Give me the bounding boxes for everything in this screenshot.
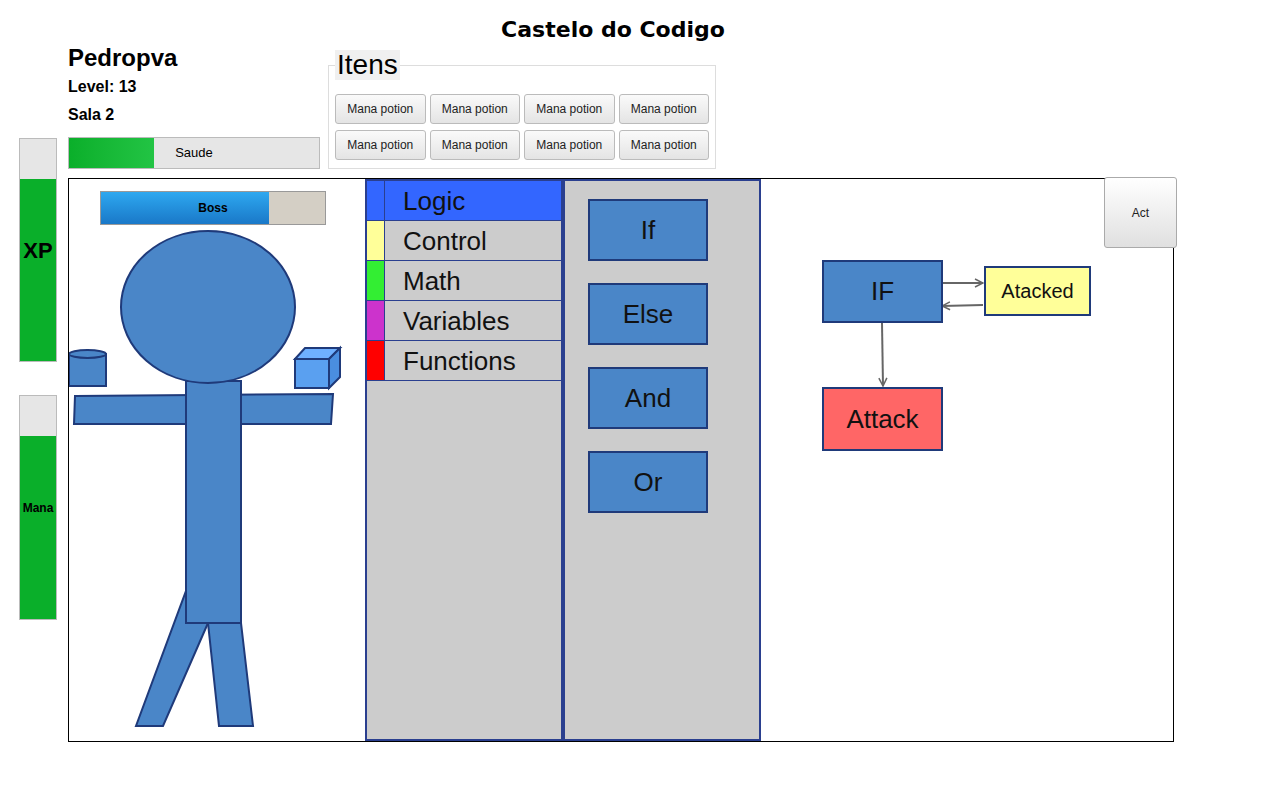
items-panel: ItensMana potionMana potionMana potionMa… (328, 50, 716, 169)
code-node[interactable]: Atacked (984, 266, 1091, 316)
main-area: XP Mana Pedropva Level: 13 Sala 2 Saude Iten… (0, 45, 1280, 742)
health-bar: Saude (68, 137, 320, 169)
palette-block[interactable]: Else (588, 283, 708, 345)
stat-bars: XP Mana (0, 45, 68, 742)
player-info: Pedropva Level: 13 Sala 2 Saude (68, 45, 328, 169)
code-node[interactable]: Attack (822, 387, 943, 451)
code-workspace[interactable]: IF Atacked Attack (761, 179, 1173, 741)
mana-label: Mana (20, 396, 56, 619)
category-swatch (367, 181, 385, 220)
item-button[interactable]: Mana potion (619, 94, 710, 124)
item-button[interactable]: Mana potion (430, 94, 521, 124)
palette-block[interactable]: And (588, 367, 708, 429)
game-title: Castelo do Codigo (501, 15, 725, 45)
mana-fill (20, 436, 56, 619)
category-item[interactable]: Control (367, 221, 561, 261)
title-row: Castelo do Codigo (0, 0, 1280, 45)
boss-bar: Boss (100, 191, 326, 225)
block-palette: If Else And Or (563, 179, 761, 741)
health-label: Saude (69, 138, 319, 168)
boss-label: Boss (101, 192, 325, 224)
palette-block[interactable]: If (588, 199, 708, 261)
hero-figure (69, 179, 365, 741)
category-item[interactable]: Logic (367, 181, 561, 221)
category-item[interactable]: Variables (367, 301, 561, 341)
item-button[interactable]: Mana potion (430, 130, 521, 160)
items-title: Itens (335, 50, 400, 80)
player-name: Pedropva (68, 45, 328, 71)
items-grid: Mana potionMana potionMana potionMana po… (335, 94, 709, 160)
boss-fill (101, 192, 269, 224)
item-button[interactable]: Mana potion (524, 94, 615, 124)
player-level: Level: 13 (68, 77, 328, 97)
player-room: Sala 2 (68, 105, 328, 125)
code-node[interactable]: IF (822, 260, 943, 323)
xp-label: XP (20, 139, 56, 361)
mana-bar: Mana (19, 395, 57, 620)
item-button[interactable]: Mana potion (335, 130, 426, 160)
game-frame: Boss LogicControlMathVariablesFunctions … (68, 178, 1174, 742)
xp-bar: XP (19, 138, 57, 362)
act-button[interactable]: Act (1104, 177, 1177, 248)
category-menu: LogicControlMathVariablesFunctions (365, 179, 563, 741)
game-panel: Boss (69, 179, 365, 741)
category-swatch (367, 341, 385, 380)
category-item[interactable]: Math (367, 261, 561, 301)
header: Pedropva Level: 13 Sala 2 Saude Itens Mana p… (68, 45, 1174, 169)
item-button[interactable]: Mana potion (524, 130, 615, 160)
category-item[interactable]: Functions (367, 341, 561, 381)
item-button[interactable]: Mana potion (335, 94, 426, 124)
content-column: Pedropva Level: 13 Sala 2 Saude Itens Mana p… (68, 45, 1174, 742)
palette-block[interactable]: Or (588, 451, 708, 513)
category-swatch (367, 221, 385, 260)
health-fill (69, 138, 154, 168)
category-swatch (367, 301, 385, 340)
category-swatch (367, 261, 385, 300)
xp-fill (20, 179, 56, 361)
item-button[interactable]: Mana potion (619, 130, 710, 160)
